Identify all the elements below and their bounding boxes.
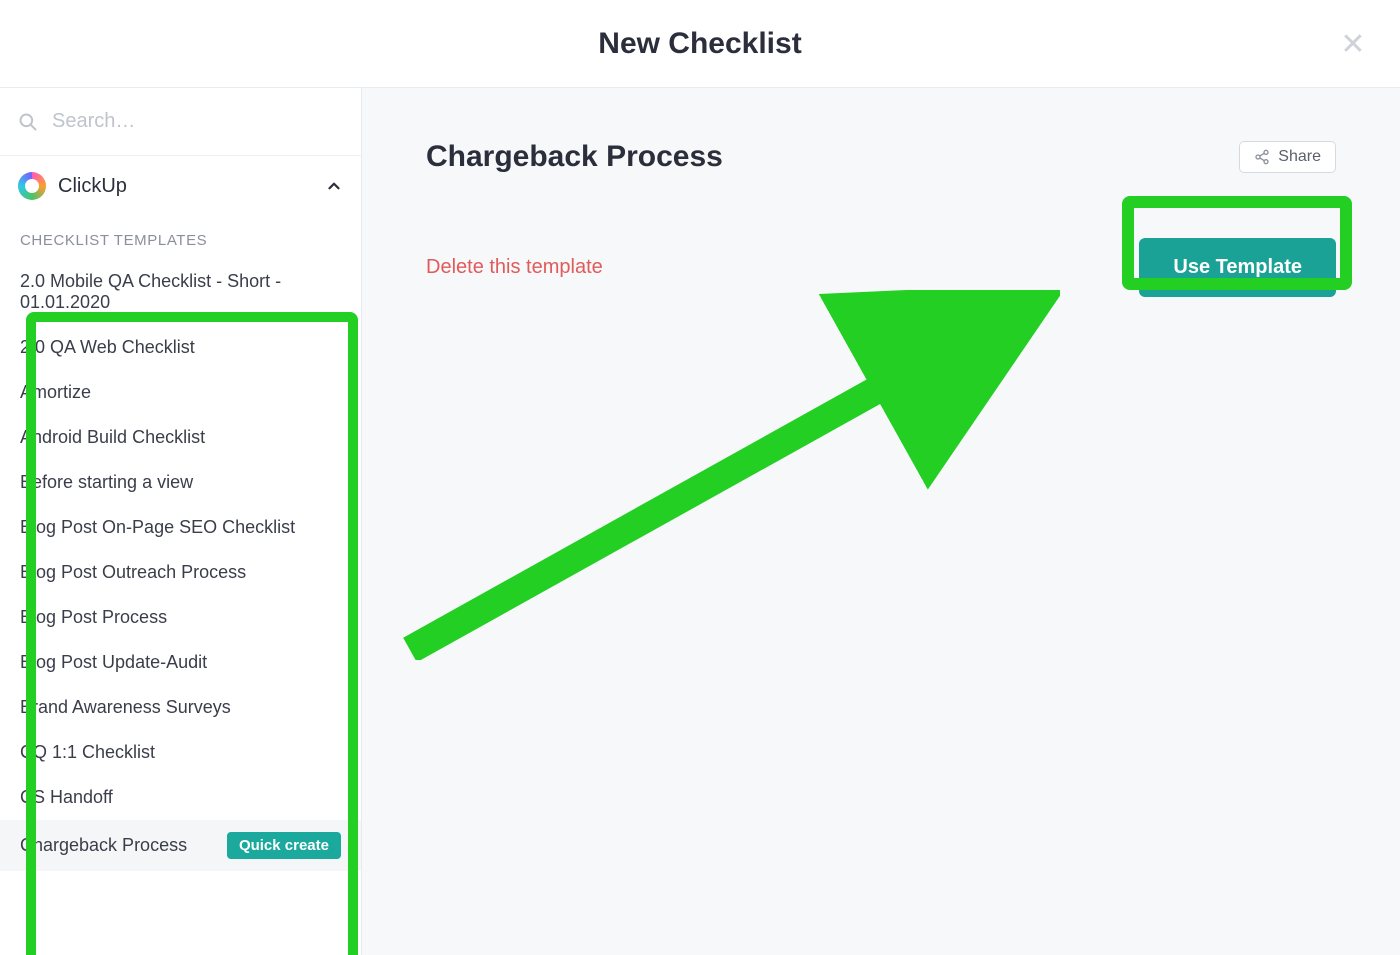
template-item-label: Blog Post Process <box>20 607 167 628</box>
template-item[interactable]: Chargeback Process Quick create <box>0 820 361 871</box>
template-item[interactable]: Android Build Checklist <box>0 415 361 460</box>
search-input[interactable] <box>52 110 343 133</box>
search-icon <box>18 112 38 132</box>
title-row: Chargeback Process Share <box>426 140 1336 174</box>
delete-template-link[interactable]: Delete this template <box>426 256 603 279</box>
template-item-label: Blog Post On-Page SEO Checklist <box>20 517 295 538</box>
template-item[interactable]: CS Handoff <box>0 775 361 820</box>
template-item[interactable]: Blog Post Update-Audit <box>0 640 361 685</box>
search-row <box>0 88 361 156</box>
template-item-label: CS Handoff <box>20 787 113 808</box>
template-item[interactable]: Brand Awareness Surveys <box>0 685 361 730</box>
share-label: Share <box>1278 148 1321 166</box>
modal-title: New Checklist <box>598 27 801 61</box>
use-template-button[interactable]: Use Template <box>1139 238 1336 297</box>
workspace-name: ClickUp <box>58 175 313 198</box>
workspace-logo-icon <box>18 172 46 200</box>
workspace-toggle[interactable]: ClickUp <box>0 156 361 212</box>
template-item-label: Blog Post Outreach Process <box>20 562 246 583</box>
template-item-label: 2.0 Mobile QA Checklist - Short - 01.01.… <box>20 271 341 313</box>
template-item[interactable]: Blog Post On-Page SEO Checklist <box>0 505 361 550</box>
template-item[interactable]: Blog Post Process <box>0 595 361 640</box>
action-row: Delete this template Use Template <box>426 238 1336 297</box>
template-item[interactable]: CQ 1:1 Checklist <box>0 730 361 775</box>
template-title: Chargeback Process <box>426 140 723 174</box>
template-item-label: Chargeback Process <box>20 835 187 856</box>
modal-header: New Checklist ✕ <box>0 0 1400 88</box>
template-item[interactable]: Before starting a view <box>0 460 361 505</box>
chevron-up-icon <box>325 177 343 195</box>
annotation-arrow-icon <box>400 290 1060 660</box>
template-item[interactable]: 2.0 Mobile QA Checklist - Short - 01.01.… <box>0 259 361 325</box>
template-item-label: 2.0 QA Web Checklist <box>20 337 195 358</box>
quick-create-button[interactable]: Quick create <box>227 832 341 859</box>
template-item-label: Android Build Checklist <box>20 427 205 448</box>
sidebar: ClickUp CHECKLIST TEMPLATES 2.0 Mobile Q… <box>0 88 362 955</box>
templates-section-header: CHECKLIST TEMPLATES <box>0 212 361 259</box>
template-item-label: Amortize <box>20 382 91 403</box>
template-item[interactable]: Blog Post Outreach Process <box>0 550 361 595</box>
main-panel: Chargeback Process Share Delete this tem… <box>362 88 1400 955</box>
share-icon <box>1254 149 1270 165</box>
template-list: 2.0 Mobile QA Checklist - Short - 01.01.… <box>0 259 361 955</box>
template-item-label: CQ 1:1 Checklist <box>20 742 155 763</box>
template-item[interactable]: Amortize <box>0 370 361 415</box>
share-button[interactable]: Share <box>1239 141 1336 173</box>
template-item-label: Before starting a view <box>20 472 193 493</box>
template-item-label: Blog Post Update-Audit <box>20 652 207 673</box>
template-item-label: Brand Awareness Surveys <box>20 697 231 718</box>
template-item[interactable]: 2.0 QA Web Checklist <box>0 325 361 370</box>
modal-body: ClickUp CHECKLIST TEMPLATES 2.0 Mobile Q… <box>0 88 1400 955</box>
close-icon[interactable]: ✕ <box>1336 30 1370 60</box>
